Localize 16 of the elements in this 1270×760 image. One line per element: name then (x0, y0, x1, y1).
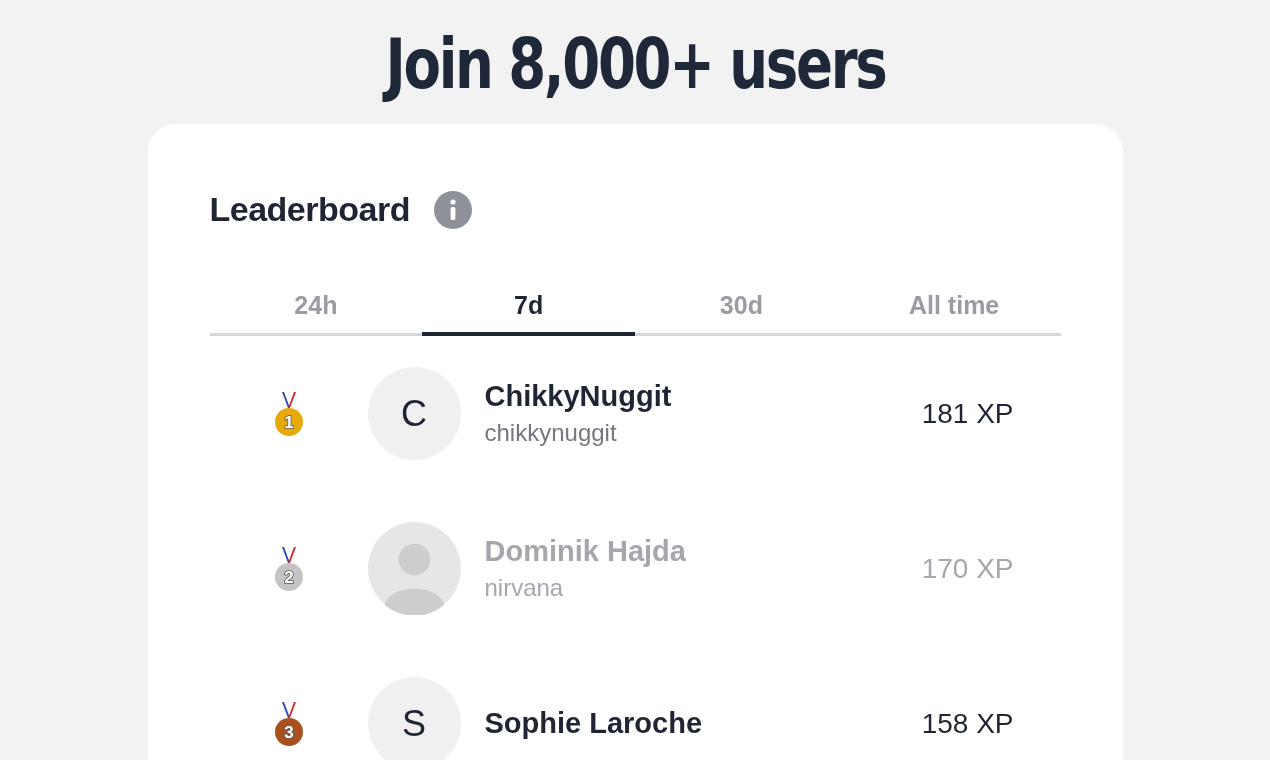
xp-score: 158 XP (921, 707, 1014, 740)
period-tab[interactable]: 24h (209, 291, 423, 336)
avatar-letter: C (367, 367, 461, 460)
period-tab[interactable]: 30d (635, 291, 848, 336)
user-handle: nirvana (484, 574, 565, 602)
xp-score: 181 XP (921, 397, 1014, 430)
avatar-letter: S (367, 677, 461, 760)
info-icon[interactable] (433, 190, 472, 229)
period-tab[interactable]: All time (847, 291, 1061, 336)
leaderboard-title: Leaderboard (209, 190, 410, 229)
user-name: Dominik Hajda (484, 535, 687, 568)
period-tab[interactable]: 7d (422, 291, 635, 336)
xp-score: 170 XP (921, 552, 1014, 585)
user-name: Sophie Laroche (484, 707, 704, 740)
user-handle: chikkynuggit (484, 419, 618, 447)
user-name: ChikkyNuggit (484, 380, 673, 413)
